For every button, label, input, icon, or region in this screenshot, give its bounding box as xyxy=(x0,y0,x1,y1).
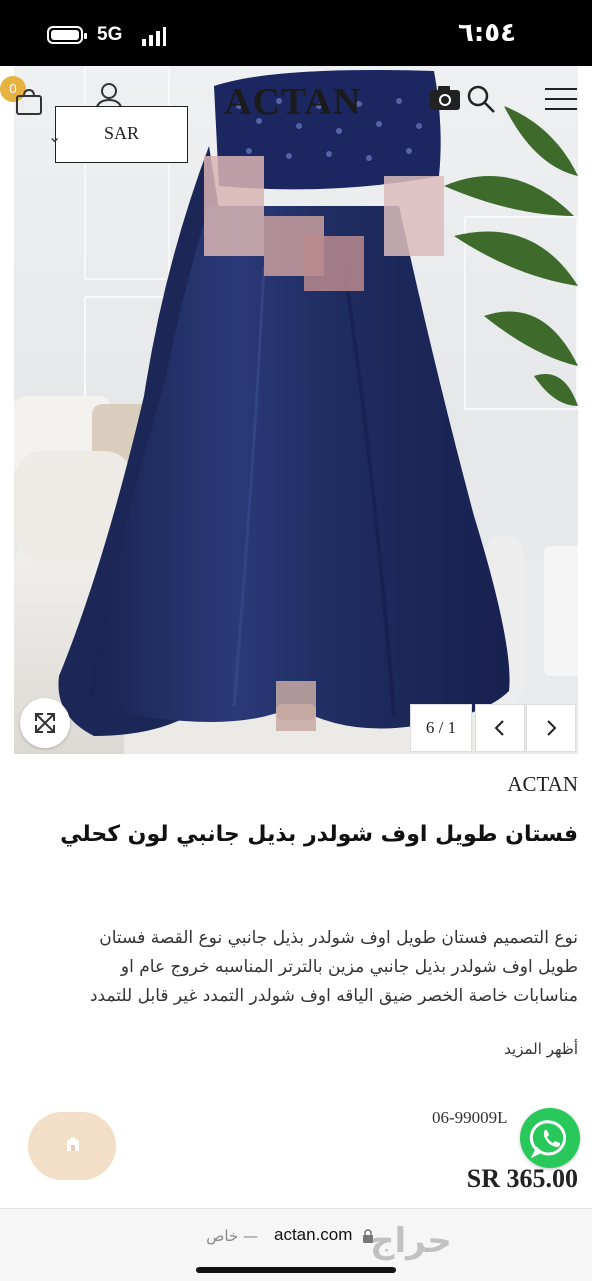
watermark: حراج xyxy=(370,1221,452,1261)
store-icon xyxy=(67,1137,79,1151)
image-counter: 6 / 1 xyxy=(410,704,472,752)
currency-selector[interactable]: ⌄ SAR xyxy=(48,106,188,163)
product-description: نوع التصميم فستان طويل اوف شولدر بذيل جا… xyxy=(12,924,578,1011)
product-vendor[interactable]: ACTAN xyxy=(507,772,578,797)
chevron-left-icon xyxy=(494,720,504,736)
chat-button[interactable] xyxy=(28,1112,116,1180)
url-text[interactable]: actan.com xyxy=(274,1225,352,1245)
product-title: فستان طويل اوف شولدر بذيل جانبي لون كحلي xyxy=(60,822,578,847)
description-line: نوع التصميم فستان طويل اوف شولدر بذيل جا… xyxy=(99,928,578,948)
show-more-link[interactable]: أظهر المزيد xyxy=(504,1040,578,1058)
currency-value: SAR xyxy=(103,123,139,143)
signal-icon xyxy=(142,27,166,46)
description-line: طويل اوف شولدر بذيل جانبي مزين بالترتر ا… xyxy=(120,957,578,977)
chevron-right-icon xyxy=(547,720,557,736)
expand-image-button[interactable] xyxy=(20,698,70,748)
search-icon[interactable] xyxy=(466,84,496,114)
blurred-region xyxy=(304,236,364,291)
network-type: 5G xyxy=(97,24,123,45)
expand-icon xyxy=(35,713,55,733)
browser-url-bar[interactable]: — خاص actan.com حراج xyxy=(0,1208,592,1281)
whatsapp-icon xyxy=(529,1120,567,1159)
private-label: — خاص xyxy=(206,1227,258,1245)
home-indicator[interactable] xyxy=(196,1267,396,1273)
product-sku: 06-99009L xyxy=(432,1108,508,1127)
camera-icon[interactable] xyxy=(428,84,462,112)
clock: ٦:٥٤ xyxy=(457,18,516,48)
brand-logo[interactable]: ACTAN xyxy=(224,80,361,124)
blurred-region xyxy=(276,681,316,731)
blurred-region xyxy=(204,156,264,256)
cart-icon[interactable] xyxy=(14,88,44,116)
product-price: SR 365.00 xyxy=(466,1164,578,1193)
status-bar: 5G ٦:٥٤ xyxy=(0,0,592,66)
whatsapp-button[interactable] xyxy=(520,1108,580,1168)
dress-illustration xyxy=(58,70,578,736)
previous-image-button[interactable] xyxy=(475,704,525,752)
menu-icon[interactable] xyxy=(544,86,578,112)
product-image[interactable] xyxy=(14,66,578,754)
next-image-button[interactable] xyxy=(526,704,576,752)
battery-icon xyxy=(47,26,87,44)
blurred-region xyxy=(384,176,444,256)
description-line: مناسابات خاصة الخصر ضيق الياقه اوف شولدر… xyxy=(89,986,578,1006)
